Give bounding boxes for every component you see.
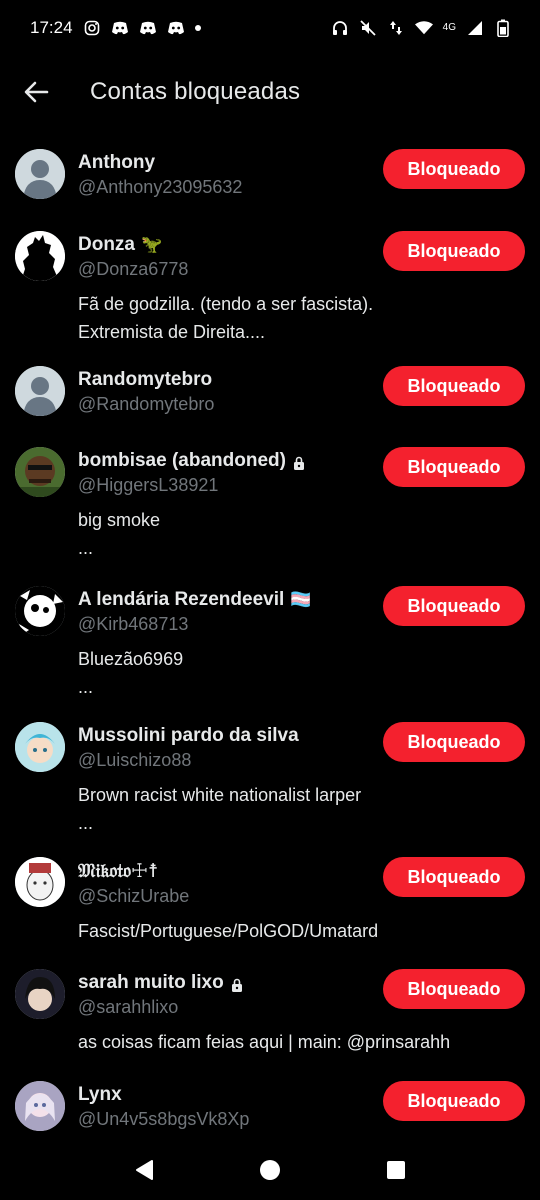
account-bio: big smoke... — [78, 506, 518, 562]
blocked-button[interactable]: Bloqueado — [383, 969, 525, 1009]
blocked-button[interactable]: Bloqueado — [383, 149, 525, 189]
lock-icon — [292, 454, 306, 470]
nav-recents-button[interactable] — [383, 1157, 409, 1183]
account-name[interactable]: bombisae (abandoned) — [78, 450, 286, 472]
account-name[interactable]: sarah muito lixo — [78, 972, 224, 994]
default-avatar-icon — [15, 149, 65, 199]
avatar[interactable] — [15, 231, 65, 281]
account-handle: @Randomytebro — [78, 394, 215, 414]
dark-hair-avatar-icon — [15, 969, 65, 1019]
account-handle: @Donza6778 — [78, 259, 189, 279]
top-app-bar: Contas bloqueadas — [0, 56, 540, 128]
anime-avatar-icon — [15, 722, 65, 772]
account-bio: Brown racist white nationalist larper... — [78, 781, 518, 837]
blocked-button[interactable]: Bloqueado — [383, 1081, 525, 1121]
godzilla-avatar-icon — [15, 231, 65, 281]
account-handle: @Un4v5s8bgsVk8Xp — [78, 1109, 250, 1129]
arrow-left-icon — [24, 81, 49, 103]
doll-avatar-icon — [15, 1081, 65, 1131]
status-time: 17:24 — [30, 18, 73, 37]
discord-icon — [139, 19, 157, 37]
lock-icon — [230, 976, 244, 992]
account-handle: @HiggersL38921 — [78, 475, 219, 495]
bio-line: Fascist/Portuguese/PolGOD/Umatard — [78, 921, 379, 941]
account-name[interactable]: 𝔐𝔦𝔨𝔬𝔱𝔬☩☨ — [78, 860, 158, 883]
avatar[interactable] — [15, 149, 65, 199]
blocked-button[interactable]: Bloqueado — [383, 231, 525, 271]
square-recents-icon — [387, 1161, 405, 1179]
blocked-button[interactable]: Bloqueado — [383, 586, 525, 626]
account-handle: @Anthony23095632 — [78, 177, 243, 197]
nav-home-button[interactable] — [257, 1157, 283, 1183]
account-name[interactable]: Anthony — [78, 152, 155, 174]
avatar[interactable] — [15, 586, 65, 636]
instagram-icon — [83, 19, 101, 37]
blocked-button[interactable]: Bloqueado — [383, 447, 525, 487]
bio-line: ... — [78, 677, 94, 697]
wojak-avatar-icon — [15, 857, 65, 907]
bio-line: Brown racist white nationalist larper — [78, 785, 362, 805]
blocked-button[interactable]: Bloqueado — [383, 857, 525, 897]
headphones-icon — [331, 19, 349, 37]
avatar[interactable] — [15, 722, 65, 772]
name-emoji: 🏳️‍⚧️ — [290, 590, 312, 609]
more-notifications-dot-icon — [194, 25, 201, 31]
name-emoji: 🦖 — [141, 235, 163, 254]
mute-icon — [359, 19, 377, 37]
battery-icon — [494, 19, 512, 37]
blocked-button[interactable]: Bloqueado — [383, 722, 525, 762]
wifi-icon — [414, 19, 433, 37]
avatar[interactable] — [15, 366, 65, 416]
account-name[interactable]: Donza — [78, 234, 135, 256]
signal-icon — [466, 19, 484, 37]
bio-line: big smoke — [78, 510, 161, 530]
bio-line: Extremista de Direita.... — [78, 322, 266, 342]
system-navigation-bar — [0, 1140, 540, 1200]
account-name[interactable]: Mussolini pardo da silva — [78, 725, 299, 747]
default-avatar-icon — [15, 366, 65, 416]
bio-line: ... — [78, 813, 94, 833]
circle-home-icon — [260, 1160, 280, 1180]
avatar[interactable] — [15, 447, 65, 497]
avatar[interactable] — [15, 1081, 65, 1131]
bio-line: as coisas ficam feias aqui | main: @prin… — [78, 1032, 451, 1052]
status-bar: 17:24 4G — [0, 0, 540, 56]
account-bio: Fã de godzilla. (tendo a ser fascista). E… — [78, 290, 518, 346]
account-name[interactable]: Lynx — [78, 1084, 122, 1106]
account-name[interactable]: A lendária Rezendeevil — [78, 589, 284, 611]
network-type-label: 4G — [442, 22, 456, 33]
account-handle: @sarahhlixo — [78, 997, 179, 1017]
bw-art-avatar-icon — [15, 586, 65, 636]
blocked-button[interactable]: Bloqueado — [383, 366, 525, 406]
account-bio: as coisas ficam feias aqui | main: @prin… — [78, 1028, 518, 1056]
page-title: Contas bloqueadas — [90, 78, 301, 105]
bio-line: Fã de godzilla. (tendo a ser fascista). — [78, 294, 374, 314]
discord-icon — [111, 19, 129, 37]
avatar[interactable] — [15, 969, 65, 1019]
account-handle: @Kirb468713 — [78, 614, 189, 634]
account-bio: Bluezão6969... — [78, 645, 518, 701]
bio-line: Bluezão6969 — [78, 649, 184, 669]
nav-back-button[interactable] — [131, 1157, 157, 1183]
back-button[interactable] — [20, 76, 52, 108]
account-name[interactable]: Randomytebro — [78, 369, 212, 391]
big-smoke-avatar-icon — [15, 447, 65, 497]
bio-line: ... — [78, 538, 94, 558]
data-transfer-icon — [387, 19, 405, 37]
account-handle: @SchizUrabe — [78, 886, 190, 906]
account-bio: Fascist/Portuguese/PolGOD/Umatard — [78, 917, 518, 945]
triangle-back-icon — [136, 1160, 153, 1180]
avatar[interactable] — [15, 857, 65, 907]
discord-icon — [167, 19, 185, 37]
account-handle: @Luischizo88 — [78, 750, 192, 770]
